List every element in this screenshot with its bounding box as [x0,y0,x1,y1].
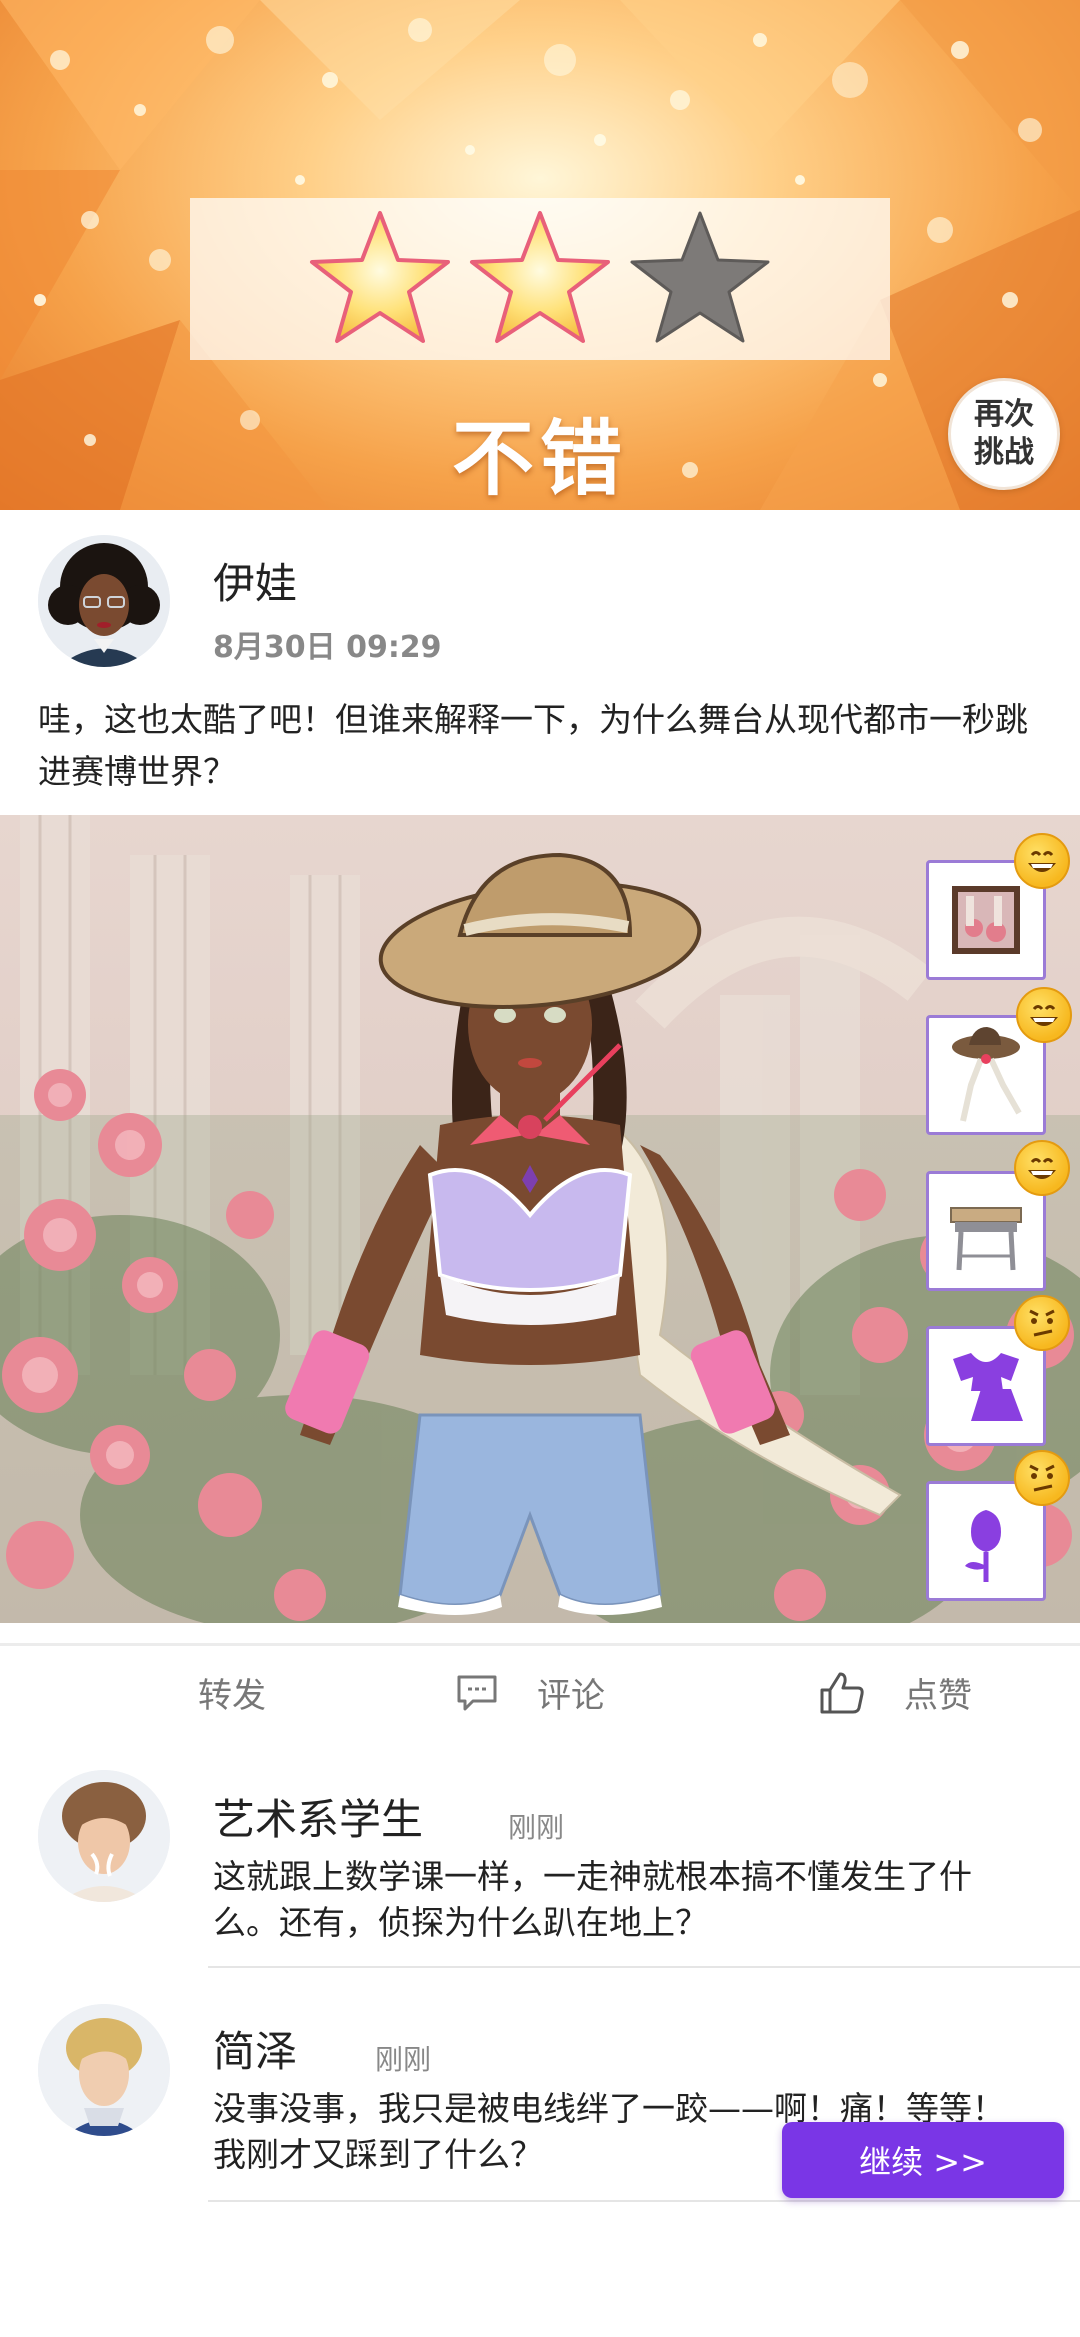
comment-time: 刚刚 [508,1811,565,1844]
continue-button[interactable]: 继续 >> [782,2122,1064,2198]
background-scene-icon [952,886,1020,954]
like-label: 点赞 [904,1676,972,1716]
star-1-icon [310,211,450,343]
grin-emoji-icon [1014,833,1070,889]
retry-button[interactable]: 再次挑战 [948,378,1060,490]
curly-hair-woman-avatar-icon [38,535,170,667]
share-button[interactable]: 转发 [198,1668,266,1717]
confused-emoji-icon [1014,1450,1070,1506]
rose-garden-background [0,815,1080,1623]
continue-button-label: 继续 >> [859,2143,987,2181]
retry-button-label: 再次挑战 [974,397,1034,470]
comment-bubble-icon [457,1675,497,1710]
star-2-icon [470,211,610,343]
clothing-top-icon [953,1353,1023,1421]
confused-emoji-icon [1014,1295,1070,1351]
star-3-icon [630,211,770,343]
comment-avatar[interactable] [38,1770,170,1902]
comment-text: 这就跟上数学课一样，一走神就根本搞不懂发生了什么。还有，侦探为什么趴在地上？ [213,1857,972,1942]
comment-label: 评论 [537,1676,605,1716]
school-desk-icon [950,1207,1022,1271]
star-rating [310,211,770,343]
share-label: 转发 [198,1676,266,1716]
post-author-name[interactable]: 伊娃 [213,550,297,611]
comment-button[interactable]: 评论 [455,1668,605,1717]
rose-accessory-icon [965,1510,1001,1582]
thumbs-up-icon [820,1672,864,1713]
actions-divider [0,1643,1080,1646]
art-student-avatar-icon [38,1770,170,1902]
outfit-scene [0,815,1080,1623]
post-text: 哇，这也太酷了吧！但谁来解释一下，为什么舞台从现代都市一秒跳进赛博世界？ [38,700,1028,791]
grin-emoji-icon [1016,987,1072,1043]
result-banner: 不错 再次挑战 [0,0,1080,510]
grin-emoji-icon [1014,1140,1070,1196]
post-time: 8月30日 09:29 [213,630,442,665]
comment-separator [208,1966,1080,1968]
comment-author-name[interactable]: 艺术系学生 [213,1786,423,1847]
comment-time: 刚刚 [375,2043,432,2076]
like-button[interactable]: 点赞 [818,1668,972,1717]
comment-separator [208,2200,1080,2202]
jianze-avatar-icon [38,2004,170,2136]
post-author-avatar[interactable] [38,535,170,667]
comment-avatar[interactable] [38,2004,170,2136]
comment-author-name[interactable]: 简泽 [213,2018,297,2079]
rating-label: 不错 [451,411,628,507]
